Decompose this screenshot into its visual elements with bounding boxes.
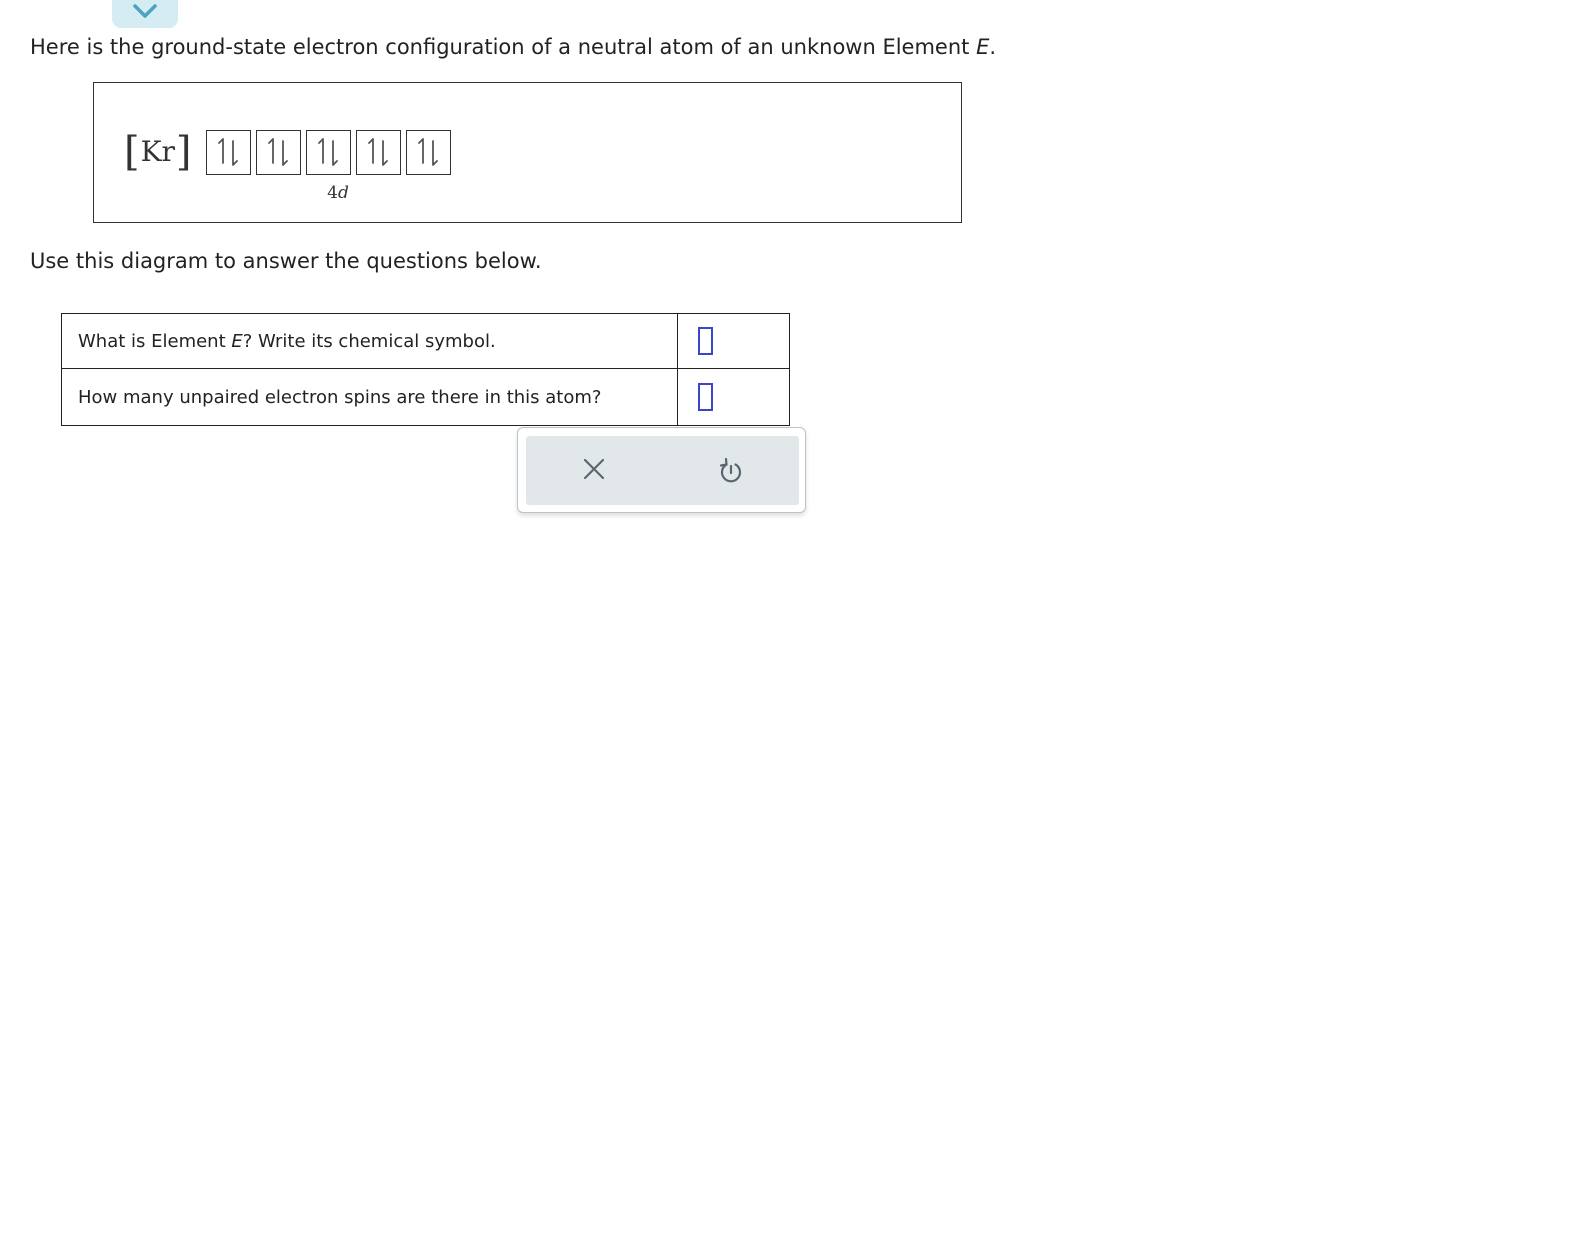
question-cell: How many unpaired electron spins are the…	[61, 368, 678, 426]
undo-icon	[718, 455, 744, 487]
intro-text: Here is the ground-state electron config…	[30, 33, 996, 61]
question-text-end: ? Write its chemical symbol.	[242, 330, 496, 352]
core-symbol: Kr	[140, 135, 175, 168]
paired-spin-arrows-icon	[309, 130, 349, 176]
orbital-box	[406, 130, 451, 175]
core-close-bracket: ]	[175, 129, 192, 175]
table-row: How many unpaired electron spins are the…	[61, 368, 790, 426]
question-text-start: What is Element	[78, 330, 232, 352]
paired-spin-arrows-icon	[209, 130, 249, 176]
instruction-text: Use this diagram to answer the questions…	[30, 249, 542, 273]
core-open-bracket: [	[124, 129, 140, 175]
intro-text-end: .	[989, 35, 997, 59]
orbital-box	[356, 130, 401, 175]
answer-cell	[677, 313, 790, 369]
element-symbol-input[interactable]	[698, 327, 713, 355]
subshell-number: 4	[327, 183, 338, 203]
question-cell: What is Element E? Write its chemical sy…	[61, 313, 678, 369]
element-variable: E	[976, 35, 990, 59]
table-row: What is Element E? Write its chemical sy…	[61, 313, 790, 369]
clear-button[interactable]	[526, 436, 662, 505]
orbital-box	[256, 130, 301, 175]
paired-spin-arrows-icon	[259, 130, 299, 176]
chevron-down-icon	[132, 3, 158, 28]
action-button-group	[526, 436, 799, 505]
subshell-letter: d	[337, 183, 349, 203]
collapse-toggle-button[interactable]	[112, 0, 178, 28]
answer-action-panel	[517, 427, 806, 513]
undo-button[interactable]	[663, 436, 799, 505]
paired-spin-arrows-icon	[409, 130, 449, 176]
close-icon	[582, 457, 606, 485]
questions-table: What is Element E? Write its chemical sy…	[61, 313, 790, 426]
subshell-label: 4d	[318, 183, 358, 203]
orbital-box	[206, 130, 251, 175]
noble-gas-core: [Kr]	[124, 128, 192, 176]
orbital-box	[306, 130, 351, 175]
paired-spin-arrows-icon	[359, 130, 399, 176]
question-variable: E	[231, 330, 243, 352]
question-text: How many unpaired electron spins are the…	[78, 386, 602, 408]
unpaired-spins-input[interactable]	[698, 383, 713, 411]
orbital-box-row	[206, 130, 451, 175]
intro-text-start: Here is the ground-state electron config…	[30, 35, 977, 59]
answer-cell	[677, 368, 790, 426]
